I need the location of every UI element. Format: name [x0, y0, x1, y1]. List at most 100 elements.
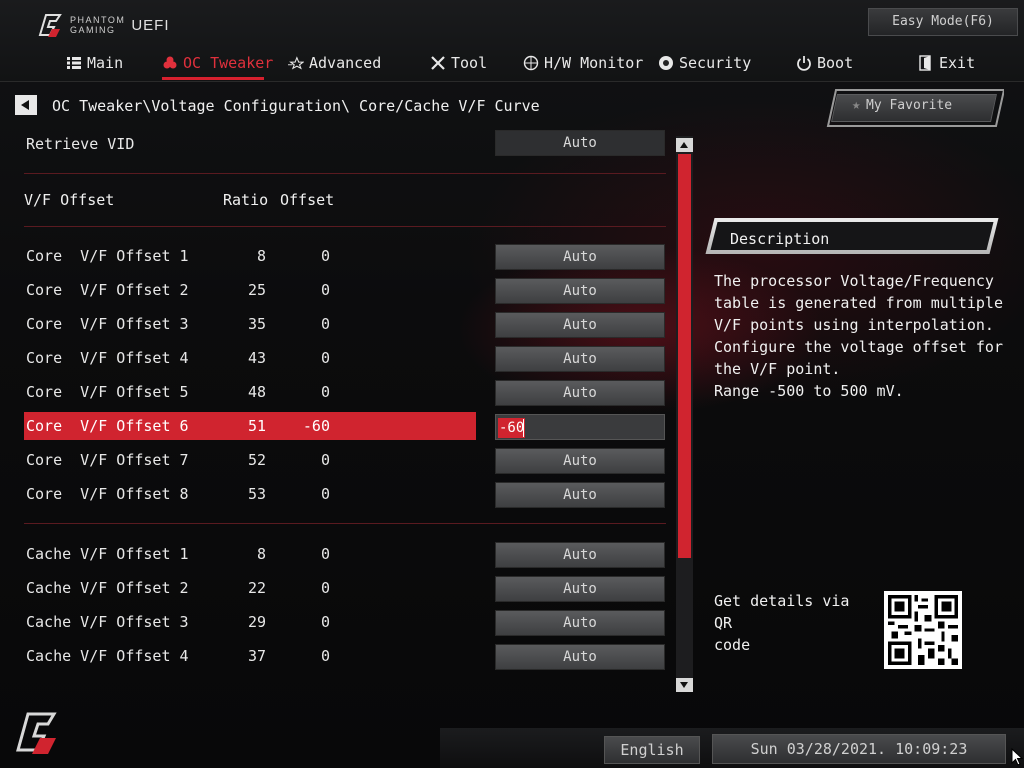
breadcrumb: OC Tweaker\Voltage Configuration\ Core/C…	[52, 97, 540, 115]
row-label: Core V/F Offset 2	[26, 281, 189, 299]
language-button[interactable]: English	[604, 736, 700, 764]
core-vf-offset-7-row[interactable]: Core V/F Offset 7 52 0	[24, 446, 476, 474]
datetime-display[interactable]: Sun 03/28/2021. 10:09:23	[712, 734, 1006, 764]
row-label: Core V/F Offset 3	[26, 315, 189, 333]
row-offset: 0	[320, 349, 330, 367]
core-vf-offset-6-row[interactable]: Core V/F Offset 6 51 -60	[24, 412, 476, 440]
core-vf-offset-6-input[interactable]: -60	[495, 414, 665, 440]
tab-main[interactable]: Main	[66, 48, 123, 78]
row-offset: 0	[320, 315, 330, 333]
row-label: Core V/F Offset 6	[26, 417, 189, 435]
tab-tool[interactable]: Tool	[430, 48, 487, 78]
row-ratio: 48	[247, 383, 266, 401]
row-ratio: 8	[256, 545, 266, 563]
row-label: Cache V/F Offset 2	[26, 579, 189, 597]
easy-mode-button[interactable]: Easy Mode(F6)	[868, 8, 1018, 36]
cache-vf-offset-1-value[interactable]: Auto	[495, 542, 665, 568]
core-vf-offset-2-row[interactable]: Core V/F Offset 2 25 0	[24, 276, 476, 304]
column-header-offset: Offset	[280, 191, 335, 209]
row-label: Core V/F Offset 8	[26, 485, 189, 503]
row-ratio: 52	[247, 451, 266, 469]
core-vf-offset-2-value[interactable]: Auto	[495, 278, 665, 304]
cache-vf-offset-3-row[interactable]: Cache V/F Offset 3 29 0	[24, 608, 476, 636]
core-vf-offset-1-row[interactable]: Core V/F Offset 1 8 0	[24, 242, 476, 270]
tab-exit[interactable]: Exit	[918, 48, 975, 78]
input-value: -60	[498, 418, 526, 438]
row-offset: 0	[320, 247, 330, 265]
row-label: Cache V/F Offset 1	[26, 545, 189, 563]
row-ratio: 35	[247, 315, 266, 333]
scroll-up-arrow-icon[interactable]	[676, 138, 693, 152]
tab-advanced[interactable]: Advanced	[288, 48, 381, 78]
cache-vf-offset-1-row[interactable]: Cache V/F Offset 1 8 0	[24, 540, 476, 568]
row-ratio: 51	[247, 417, 266, 435]
description-text: The processor Voltage/Frequency table is…	[714, 270, 1004, 402]
brand-text: PHANTOM GAMING	[70, 15, 125, 35]
row-offset: 0	[320, 647, 330, 665]
tab-oc-tweaker-label: OC Tweaker	[183, 54, 274, 72]
tab-boot-label: Boot	[817, 54, 854, 72]
retrieve-vid-row[interactable]: Retrieve VID	[24, 130, 476, 158]
core-vf-offset-5-value[interactable]: Auto	[495, 380, 665, 406]
tab-security[interactable]: Security	[658, 48, 751, 78]
core-vf-offset-1-value[interactable]: Auto	[495, 244, 665, 270]
brand-line-2: GAMING	[70, 25, 116, 35]
tab-security-label: Security	[679, 54, 752, 72]
scroll-down-arrow-icon[interactable]	[676, 678, 693, 692]
core-vf-offset-4-row[interactable]: Core V/F Offset 4 43 0	[24, 344, 476, 372]
tab-exit-label: Exit	[939, 54, 976, 72]
tab-oc-tweaker[interactable]: OC Tweaker	[162, 48, 273, 78]
cache-vf-offset-2-row[interactable]: Cache V/F Offset 2 22 0	[24, 574, 476, 602]
retrieve-vid-label: Retrieve VID	[26, 135, 135, 153]
list-icon	[66, 55, 82, 71]
retrieve-vid-value[interactable]: Auto	[495, 130, 665, 156]
core-vf-offset-5-row[interactable]: Core V/F Offset 5 48 0	[24, 378, 476, 406]
favorite-label: My Favorite	[866, 98, 953, 113]
row-offset: 0	[320, 485, 330, 503]
section-divider	[24, 226, 666, 227]
row-ratio: 22	[247, 579, 266, 597]
mouse-cursor-icon	[1011, 748, 1023, 766]
cache-vf-offset-3-value[interactable]: Auto	[495, 610, 665, 636]
core-vf-offset-7-value[interactable]: Auto	[495, 448, 665, 474]
row-label: Core V/F Offset 5	[26, 383, 189, 401]
cache-vf-offset-4-value[interactable]: Auto	[495, 644, 665, 670]
tab-boot[interactable]: Boot	[796, 48, 853, 78]
description-title: Description	[730, 230, 830, 248]
row-offset: 0	[320, 613, 330, 631]
core-vf-offset-3-value[interactable]: Auto	[495, 312, 665, 338]
row-ratio: 25	[247, 281, 266, 299]
shield-icon	[658, 55, 674, 71]
column-header-vf-offset: V/F Offset	[24, 191, 115, 209]
wrench-icon	[430, 55, 446, 71]
main-nav: Main OC Tweaker Advanced Tool H/W Monito…	[0, 48, 1024, 78]
section-divider	[24, 523, 666, 524]
row-ratio: 43	[247, 349, 266, 367]
section-divider	[24, 173, 666, 174]
top-header: PHANTOM GAMING UEFI Easy Mode(F6) Main O…	[0, 0, 1024, 82]
core-vf-offset-3-row[interactable]: Core V/F Offset 3 35 0	[24, 310, 476, 338]
row-offset: -60	[302, 417, 330, 435]
phantom-gaming-footer-logo-icon	[16, 712, 57, 754]
tab-advanced-label: Advanced	[309, 54, 382, 72]
scrollbar-thumb[interactable]	[678, 154, 691, 558]
row-ratio: 29	[247, 613, 266, 631]
active-tab-indicator	[162, 77, 264, 80]
qr-label-line: Get details via QR	[714, 592, 850, 632]
back-button[interactable]	[15, 95, 37, 115]
row-offset: 0	[320, 451, 330, 469]
core-vf-offset-4-value[interactable]: Auto	[495, 346, 665, 372]
description-header: Description	[700, 214, 1002, 258]
core-vf-offset-8-value[interactable]: Auto	[495, 482, 665, 508]
phantom-gaming-logo: PHANTOM GAMING UEFI	[36, 10, 170, 40]
row-ratio: 53	[247, 485, 266, 503]
core-vf-offset-8-row[interactable]: Core V/F Offset 8 53 0	[24, 480, 476, 508]
my-favorite-button[interactable]: ★ My Favorite	[826, 88, 1004, 128]
tab-hw-monitor[interactable]: H/W Monitor	[523, 48, 643, 78]
description-line: V/F points using interpolation.	[714, 316, 994, 334]
star-icon	[288, 55, 304, 71]
qr-code-icon	[884, 591, 962, 669]
cache-vf-offset-4-row[interactable]: Cache V/F Offset 4 37 0	[24, 642, 476, 670]
cache-vf-offset-2-value[interactable]: Auto	[495, 576, 665, 602]
uefi-label: UEFI	[131, 16, 170, 34]
